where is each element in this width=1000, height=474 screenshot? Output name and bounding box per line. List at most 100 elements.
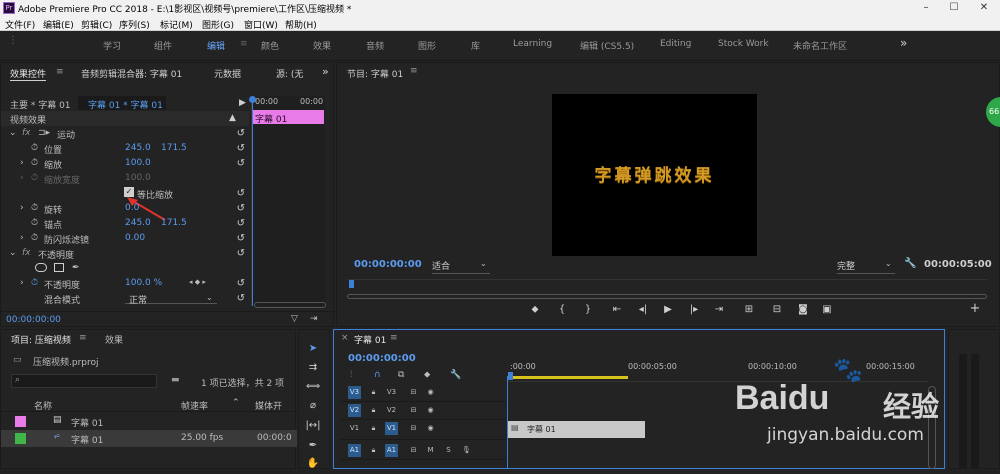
- position-y-value[interactable]: 171.5: [161, 143, 187, 153]
- track-label[interactable]: V3: [385, 386, 398, 399]
- rectangle-mask-icon[interactable]: [54, 263, 64, 272]
- reset-icon[interactable]: ↺: [237, 278, 245, 289]
- source-patch-v3[interactable]: V3: [348, 386, 361, 399]
- effect-controls-timecode[interactable]: 00:00:00:00: [6, 315, 61, 325]
- workspace-libraries[interactable]: 库: [471, 39, 480, 52]
- extract-icon[interactable]: ⊟: [770, 304, 784, 315]
- reset-icon[interactable]: ↺: [237, 233, 245, 244]
- workspace-effects[interactable]: 效果: [313, 39, 331, 52]
- ellipse-mask-icon[interactable]: [35, 263, 47, 272]
- pen-tool-icon[interactable]: ✒: [304, 440, 322, 456]
- expand-arrow-icon[interactable]: ⌄: [9, 248, 17, 258]
- slip-tool-icon[interactable]: |↔|: [304, 420, 322, 436]
- workspace-menu-icon[interactable]: ≡: [240, 39, 248, 49]
- reset-icon[interactable]: ↺: [237, 158, 245, 169]
- workspace-graphics[interactable]: 图形: [418, 39, 436, 52]
- source-patch-v2[interactable]: V2: [348, 404, 361, 417]
- rotation-row[interactable]: › ⏱ 旋转 0.0 ↺: [1, 201, 249, 216]
- scroll-up-icon[interactable]: ▲: [229, 113, 236, 123]
- menu-edit[interactable]: 编辑(E): [43, 18, 74, 31]
- program-monitor-title[interactable]: 节目: 字幕 01: [347, 67, 403, 80]
- stopwatch-active-icon[interactable]: ⏱: [31, 278, 38, 288]
- mini-timeline-clip[interactable]: 字幕 01: [252, 110, 324, 125]
- program-timecode[interactable]: 00:00:00:00: [354, 259, 422, 270]
- lock-icon[interactable]: 🔒︎: [367, 444, 380, 457]
- workspace-learning-en[interactable]: Learning: [513, 39, 552, 49]
- project-item-name[interactable]: 字幕 01: [71, 433, 103, 446]
- expand-arrow-icon[interactable]: ›: [20, 233, 24, 243]
- work-area-bar[interactable]: [508, 376, 628, 379]
- opacity-row[interactable]: › ⏱ 不透明度 100.0 % ◂ ◆ ▸ ↺: [1, 276, 249, 291]
- lift-icon[interactable]: ⊞: [742, 304, 756, 315]
- add-marker-icon[interactable]: ⬥: [528, 304, 542, 315]
- go-to-in-icon[interactable]: ⇤: [610, 304, 624, 315]
- track-v2[interactable]: V2 🔒︎ V2 ⊟ ◉: [340, 402, 506, 420]
- position-row[interactable]: ⏱ 位置 245.0 171.5 ↺: [1, 141, 249, 156]
- reset-icon[interactable]: ↺: [237, 143, 245, 154]
- new-bin-icon[interactable]: ▬: [171, 375, 180, 385]
- add-marker-icon[interactable]: ⬥: [424, 370, 430, 380]
- razor-tool-icon[interactable]: ⌀: [304, 400, 322, 416]
- source-patch-v1[interactable]: V1: [348, 422, 361, 435]
- tab-effects[interactable]: 效果: [105, 333, 123, 346]
- mini-playhead-head[interactable]: [249, 96, 256, 103]
- program-video-frame[interactable]: 字幕弹跳效果: [552, 94, 757, 256]
- chevron-down-icon[interactable]: ⌄: [480, 259, 487, 268]
- workspace-learn[interactable]: 学习: [103, 39, 121, 52]
- project-row-sequence[interactable]: ⩫ 字幕 01 25.00 fps 00:00:0: [1, 430, 297, 447]
- reset-icon[interactable]: ↺: [237, 188, 245, 199]
- hand-tool-icon[interactable]: ✋: [304, 458, 322, 474]
- step-back-icon[interactable]: ◂|: [636, 304, 650, 315]
- panel-menu-icon[interactable]: ≡: [410, 66, 418, 76]
- stopwatch-icon[interactable]: ⏱: [31, 158, 38, 168]
- stopwatch-icon[interactable]: ⏱: [31, 203, 38, 213]
- opacity-value[interactable]: 100.0 %: [125, 278, 162, 288]
- compare-icon[interactable]: ▣: [820, 304, 834, 315]
- panel-menu-icon[interactable]: ≡: [79, 333, 87, 343]
- wrench-icon[interactable]: 🔧: [450, 370, 461, 380]
- menu-window[interactable]: 窗口(W): [244, 18, 278, 31]
- program-playhead[interactable]: [349, 280, 354, 288]
- chevron-down-icon[interactable]: ⌄: [206, 293, 213, 302]
- reset-icon[interactable]: ↺: [237, 203, 245, 214]
- expand-arrow-icon[interactable]: ⌄: [9, 128, 17, 138]
- workspace-color[interactable]: 颜色: [261, 39, 279, 52]
- filter-icon[interactable]: ▽: [291, 314, 298, 324]
- sort-icon[interactable]: ⌃: [232, 398, 240, 408]
- timeline-playhead[interactable]: [508, 372, 513, 380]
- mini-zoom-scrollbar[interactable]: [254, 302, 326, 308]
- close-icon[interactable]: ✕: [968, 0, 1000, 16]
- master-clip-label[interactable]: 主要 * 字幕 01: [10, 98, 71, 111]
- eye-icon[interactable]: ◉: [424, 386, 437, 399]
- timeline-clip[interactable]: 字幕 01: [507, 421, 645, 438]
- workspace-audio[interactable]: 音频: [366, 39, 384, 52]
- linked-selection-icon[interactable]: ⧉: [398, 370, 404, 380]
- panels-more-icon[interactable]: »: [322, 65, 329, 78]
- blend-mode-dropdown[interactable]: 正常: [125, 291, 217, 306]
- sync-lock-icon[interactable]: ⊟: [407, 444, 420, 457]
- scale-value[interactable]: 100.0: [125, 158, 151, 168]
- tab-effect-controls[interactable]: 效果控件: [10, 67, 46, 80]
- menu-clip[interactable]: 剪辑(C): [81, 18, 112, 31]
- mark-in-icon[interactable]: {: [555, 304, 569, 315]
- selection-tool-icon[interactable]: ➤: [304, 343, 322, 359]
- sync-lock-icon[interactable]: ⊟: [407, 404, 420, 417]
- motion-row[interactable]: ⌄ fx ⊐▸ 运动 ↺: [1, 126, 249, 141]
- track-label[interactable]: A1: [385, 444, 398, 457]
- track-v3[interactable]: V3 🔒︎ V3 ⊟ ◉: [340, 384, 506, 402]
- minimize-icon[interactable]: –: [912, 0, 940, 16]
- tab-project[interactable]: 项目: 压缩视频: [11, 333, 71, 346]
- column-name[interactable]: 名称: [34, 399, 52, 412]
- lock-icon[interactable]: 🔒︎: [367, 422, 380, 435]
- export-frame-icon[interactable]: ◙: [796, 304, 810, 315]
- flicker-row[interactable]: › ⏱ 防闪烁滤镜 0.00 ↺: [1, 231, 249, 246]
- mute-button[interactable]: M: [424, 444, 437, 457]
- program-zoom-scrollbar[interactable]: [347, 294, 987, 299]
- reset-icon[interactable]: ↺: [237, 128, 245, 139]
- lock-icon[interactable]: 🔒︎: [367, 386, 380, 399]
- flicker-value[interactable]: 0.00: [125, 233, 145, 243]
- panel-menu-icon[interactable]: ≡: [390, 333, 398, 343]
- wrench-icon[interactable]: 🔧: [904, 258, 916, 269]
- keyframe-nav-icon[interactable]: ◂ ◆ ▸: [189, 278, 206, 286]
- close-tab-icon[interactable]: ×: [341, 333, 349, 343]
